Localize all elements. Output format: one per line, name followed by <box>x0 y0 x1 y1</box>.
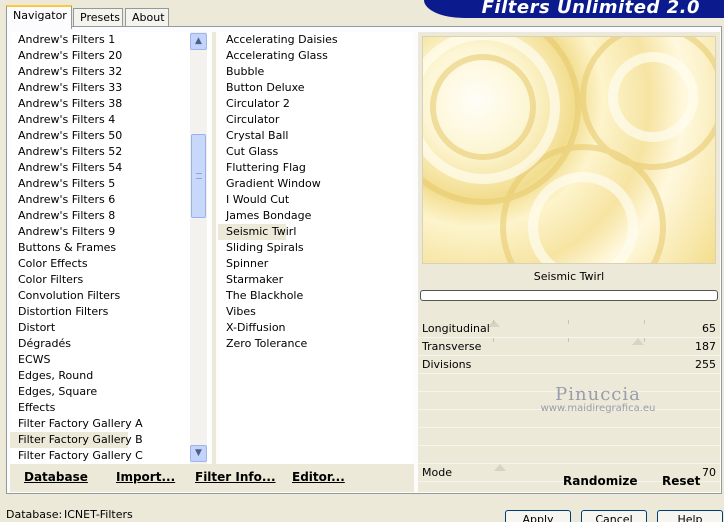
filter-item[interactable]: Fluttering Flag <box>218 160 414 176</box>
category-scrollbar[interactable]: ▲ ▼ <box>190 32 207 464</box>
list-divider <box>212 32 216 464</box>
category-item[interactable]: Andrew's Filters 54 <box>10 160 210 176</box>
filter-item[interactable]: Circulator 2 <box>218 96 414 112</box>
category-item[interactable]: Andrew's Filters 50 <box>10 128 210 144</box>
filter-info-button[interactable]: Filter Info... <box>195 470 276 484</box>
filter-item[interactable]: The Blackhole <box>218 288 414 304</box>
filter-item[interactable]: I Would Cut <box>218 192 414 208</box>
preview-filter-name: Seismic Twirl <box>533 270 605 283</box>
editor-button[interactable]: Editor... <box>292 470 345 484</box>
status-value: ICNET-Filters <box>64 508 133 521</box>
category-list[interactable]: Andrew's Filters 1 Andrew's Filters 20 And… <box>10 32 210 464</box>
randomize-button[interactable]: Randomize <box>563 474 637 488</box>
filter-item[interactable]: Accelerating Glass <box>218 48 414 64</box>
category-item[interactable]: Effects <box>10 400 210 416</box>
category-item[interactable]: Convolution Filters <box>10 288 210 304</box>
filter-item[interactable]: Vibes <box>218 304 414 320</box>
tab-navigator[interactable]: Navigator <box>6 5 72 29</box>
category-item[interactable]: Filter Factory Gallery B <box>10 432 143 448</box>
filter-item[interactable]: Gradient Window <box>218 176 414 192</box>
scroll-thumb[interactable] <box>191 134 206 218</box>
category-item[interactable]: Edges, Round <box>10 368 210 384</box>
param-transverse[interactable]: Transverse 187 <box>418 338 720 356</box>
cancel-button[interactable]: Cancel <box>581 510 647 522</box>
filter-settings-panel: Seismic Twirl Longitudinal 65 Transverse… <box>418 32 720 492</box>
filter-item[interactable]: Crystal Ball <box>218 128 414 144</box>
tab-about[interactable]: About <box>125 8 169 28</box>
filter-item[interactable]: Starmaker <box>218 272 414 288</box>
param-longitudinal[interactable]: Longitudinal 65 <box>418 320 720 338</box>
param-empty-5 <box>418 446 720 464</box>
apply-button[interactable]: Apply <box>505 510 571 522</box>
category-item[interactable]: Filter Factory Gallery C <box>10 448 210 464</box>
tab-presets[interactable]: Presets <box>73 8 123 28</box>
category-item[interactable]: Distort <box>10 320 210 336</box>
category-item[interactable]: Andrew's Filters 38 <box>10 96 210 112</box>
preview-image <box>422 36 716 264</box>
filter-item[interactable]: Zero Tolerance <box>218 336 414 352</box>
app-title-banner: Filters Unlimited 2.0 <box>424 0 724 18</box>
filter-item[interactable]: Circulator <box>218 112 414 128</box>
category-item[interactable]: Color Effects <box>10 256 210 272</box>
watermark-title: Pinuccia <box>555 384 641 405</box>
category-item[interactable]: Andrew's Filters 1 <box>10 32 210 48</box>
category-item[interactable]: Andrew's Filters 9 <box>10 224 210 240</box>
filter-item[interactable]: Accelerating Daisies <box>218 32 414 48</box>
scroll-down-button[interactable]: ▼ <box>190 445 207 462</box>
watermark: Pinuccia www.maidiregrafica.eu <box>518 384 678 414</box>
category-item[interactable]: Buttons & Frames <box>10 240 210 256</box>
status-bar: Database: ICNET-Filters Apply Cancel Hel… <box>0 496 724 522</box>
category-item[interactable]: Andrew's Filters 5 <box>10 176 210 192</box>
category-item[interactable]: Edges, Square <box>10 384 210 400</box>
watermark-url: www.maidiregrafica.eu <box>540 403 656 414</box>
param-empty-4 <box>418 428 720 446</box>
filter-item[interactable]: Bubble <box>218 64 414 80</box>
filter-item[interactable]: X-Diffusion <box>218 320 414 336</box>
filter-item[interactable]: Spinner <box>218 256 414 272</box>
navigator-toolbar: Database Import... Filter Info... Editor… <box>10 464 414 492</box>
category-item[interactable]: Andrew's Filters 4 <box>10 112 210 128</box>
category-item[interactable]: Andrew's Filters 33 <box>10 80 210 96</box>
scroll-up-button[interactable]: ▲ <box>190 33 207 50</box>
progress-bar <box>420 290 718 301</box>
category-item[interactable]: Andrew's Filters 52 <box>10 144 210 160</box>
status-label: Database: <box>6 508 63 521</box>
category-item[interactable]: Dégradés <box>10 336 210 352</box>
category-item[interactable]: Andrew's Filters 20 <box>10 48 210 64</box>
category-item[interactable]: ECWS <box>10 352 210 368</box>
filter-item[interactable]: Seismic Twirl <box>218 224 296 240</box>
help-button[interactable]: Help <box>657 510 723 522</box>
filter-item[interactable]: Sliding Spirals <box>218 240 414 256</box>
filter-list[interactable]: Accelerating Daisies Accelerating Glass Bu… <box>218 32 414 464</box>
category-item[interactable]: Filter Factory Gallery A <box>10 416 210 432</box>
category-item[interactable]: Color Filters <box>10 272 210 288</box>
param-divisions[interactable]: Divisions 255 <box>418 356 720 374</box>
import-button[interactable]: Import... <box>116 470 175 484</box>
filter-item[interactable]: Cut Glass <box>218 144 414 160</box>
filter-item[interactable]: James Bondage <box>218 208 414 224</box>
category-item[interactable]: Andrew's Filters 32 <box>10 64 210 80</box>
app-title: Filters Unlimited 2.0 <box>481 0 700 18</box>
database-button[interactable]: Database <box>24 470 88 484</box>
reset-button[interactable]: Reset <box>662 474 700 488</box>
filter-item[interactable]: Button Deluxe <box>218 80 414 96</box>
category-item[interactable]: Andrew's Filters 6 <box>10 192 210 208</box>
category-item[interactable]: Andrew's Filters 8 <box>10 208 210 224</box>
category-item[interactable]: Distortion Filters <box>10 304 210 320</box>
